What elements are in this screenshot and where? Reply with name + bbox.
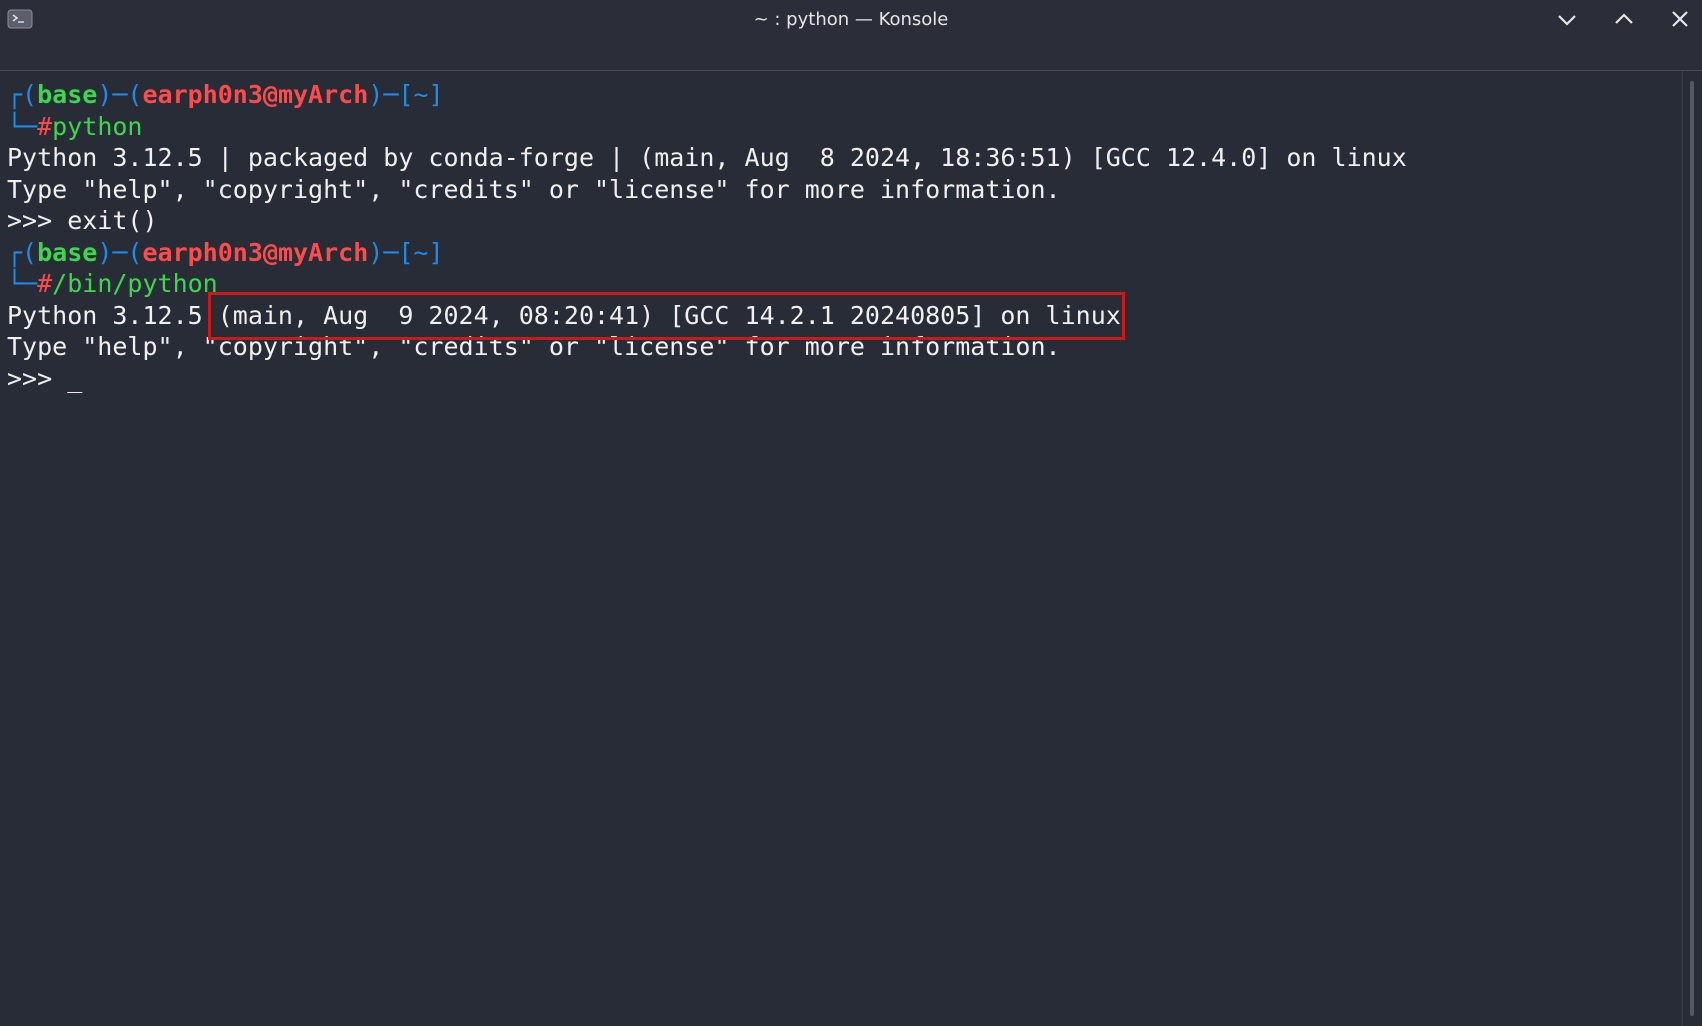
prompt-corner: └─ [7, 112, 38, 141]
prompt-corner: └─ [7, 269, 38, 298]
window-title: ~ : python — Konsole [753, 9, 949, 30]
prompt-hash: # [37, 269, 53, 298]
scrollbar-thumb[interactable] [1690, 81, 1694, 1016]
command-text: python [52, 112, 143, 141]
prompt-bracket: ┌( [7, 238, 38, 267]
repl-prompt: >>> [7, 364, 68, 393]
output-line: Python 3.12.5 | packaged by conda-forge … [7, 143, 1407, 172]
prompt-dir: ~ [413, 80, 429, 109]
prompt-separator: )─( [97, 238, 143, 267]
command-text: /bin/python [52, 269, 218, 298]
prompt-user: earph0n3@myArch [142, 238, 369, 267]
prompt-dir: ~ [413, 238, 429, 267]
close-button[interactable] [1665, 6, 1695, 34]
output-prefix: Python 3.12.5 [7, 301, 218, 330]
maximize-button[interactable] [1609, 6, 1639, 34]
prompt-bracket: ┌( [7, 80, 38, 109]
title-bar[interactable]: ~ : python — Konsole [0, 0, 1702, 71]
prompt-separator: )─[ [368, 80, 414, 109]
scrollbar[interactable] [1682, 71, 1702, 1026]
prompt-separator: )─( [97, 80, 143, 109]
terminal-area[interactable] [0, 71, 1682, 1026]
chevron-down-icon [1558, 15, 1576, 26]
prompt-user: earph0n3@myArch [142, 80, 369, 109]
repl-line: >>> exit() [7, 206, 158, 235]
close-icon [1672, 11, 1688, 27]
prompt-bracket: ] [428, 238, 444, 267]
command-line-1: └─#python [7, 111, 142, 143]
minimize-button[interactable] [1552, 6, 1582, 34]
konsole-window: ~ : python — Konsole ┌(base)─(earph0n3@m… [0, 0, 1702, 1026]
command-line-2: └─#/bin/python [7, 268, 218, 300]
prompt-bracket: ] [428, 80, 444, 109]
chevron-up-icon [1615, 13, 1633, 24]
prompt-hash: # [37, 112, 53, 141]
prompt-env: base [37, 238, 98, 267]
text-cursor: _ [67, 364, 83, 393]
prompt-line-1: ┌(base)─(earph0n3@myArch)─[~] [7, 79, 444, 111]
prompt-line-2: ┌(base)─(earph0n3@myArch)─[~] [7, 237, 444, 269]
highlight-annotation-box [208, 292, 1125, 340]
prompt-separator: )─[ [368, 238, 414, 267]
prompt-env: base [37, 80, 98, 109]
repl-line: >>> _ [7, 363, 82, 395]
output-line: Type "help", "copyright", "credits" or "… [7, 175, 1061, 204]
